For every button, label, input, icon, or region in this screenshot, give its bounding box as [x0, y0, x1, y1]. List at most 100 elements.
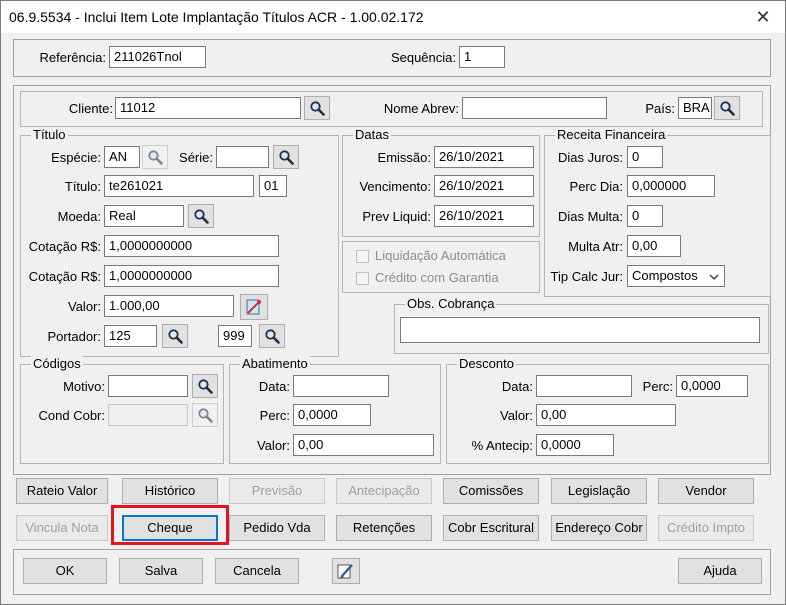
- cotacao1-field[interactable]: 1,0000000000: [104, 235, 279, 257]
- liquidacao-automatica-label: Liquidação Automática: [375, 248, 506, 263]
- historico-button[interactable]: Histórico: [122, 478, 218, 504]
- desconto-antecip-field[interactable]: 0,0000: [536, 434, 614, 456]
- cond-cobr-field[interactable]: [108, 404, 188, 426]
- sequencia-field[interactable]: 1: [459, 46, 505, 68]
- datas-group-title: Datas: [353, 127, 391, 142]
- nome-abrev-field[interactable]: [462, 97, 607, 119]
- cobr-escritural-button[interactable]: Cobr Escritural: [443, 515, 539, 541]
- moeda-search-icon[interactable]: [188, 204, 214, 228]
- abatimento-perc-label: Perc:: [259, 408, 290, 423]
- cotacao2-field[interactable]: 1,0000000000: [104, 265, 279, 287]
- codigos-group-title: Códigos: [31, 356, 83, 371]
- tip-calc-jur-value: Compostos: [632, 268, 698, 283]
- abatimento-valor-label: Valor:: [257, 438, 290, 453]
- pais-label: País:: [645, 101, 675, 116]
- vincula-nota-button[interactable]: Vincula Nota: [16, 515, 108, 541]
- dias-multa-field[interactable]: 0: [627, 205, 663, 227]
- serie-label: Série:: [179, 150, 213, 165]
- carteira-field[interactable]: 999: [218, 325, 252, 347]
- edit-icon[interactable]: [332, 558, 360, 584]
- codigos-group: Códigos Motivo: Cond Cobr:: [20, 356, 224, 464]
- perc-dia-label: Perc Dia:: [569, 179, 623, 194]
- emissao-label: Emissão:: [377, 150, 431, 165]
- nome-abrev-label: Nome Abrev:: [383, 101, 459, 116]
- tip-calc-jur-label: Tip Calc Jur:: [550, 269, 623, 284]
- close-icon[interactable]: ✕: [751, 5, 775, 29]
- desconto-perc-field[interactable]: 0,0000: [676, 375, 748, 397]
- abatimento-data-field[interactable]: [293, 375, 389, 397]
- motivo-label: Motivo:: [63, 379, 105, 394]
- options-group: Liquidação Automática Crédito com Garant…: [342, 241, 540, 293]
- moeda-field[interactable]: Real: [104, 205, 184, 227]
- vencimento-label: Vencimento:: [359, 179, 431, 194]
- abatimento-perc-field[interactable]: 0,0000: [293, 404, 371, 426]
- referencia-label: Referência:: [39, 50, 106, 65]
- vendor-button[interactable]: Vendor: [658, 478, 754, 504]
- header-panel: Referência: 211026Tnol Sequência: 1: [13, 39, 771, 77]
- abatimento-group: Abatimento Data: Perc: 0,0000 Valor: 0,0…: [229, 356, 441, 464]
- cond-cobr-search-icon[interactable]: [192, 403, 218, 427]
- dias-juros-label: Dias Juros:: [557, 150, 623, 165]
- receita-financeira-group: Receita Financeira Dias Juros: 0 Perc Di…: [544, 127, 771, 297]
- cliente-search-icon[interactable]: [304, 96, 330, 120]
- titulo-label: Título:: [64, 179, 101, 194]
- desconto-data-field[interactable]: [536, 375, 632, 397]
- legislacao-button[interactable]: Legislação: [551, 478, 647, 504]
- especie-search-icon[interactable]: [142, 145, 168, 169]
- obs-cobranca-field[interactable]: [400, 317, 760, 343]
- portador-search-icon[interactable]: [162, 324, 188, 348]
- title-bar: 06.9.5534 - Inclui Item Lote Implantação…: [1, 1, 785, 33]
- ajuda-button[interactable]: Ajuda: [678, 558, 762, 584]
- window-title: 06.9.5534 - Inclui Item Lote Implantação…: [9, 9, 424, 25]
- salva-button[interactable]: Salva: [119, 558, 203, 584]
- especie-field[interactable]: AN: [104, 146, 140, 168]
- titulo-group-title: Título: [31, 127, 68, 142]
- motivo-field[interactable]: [108, 375, 188, 397]
- abatimento-valor-field[interactable]: 0,00: [293, 434, 434, 456]
- titulo-group: Título Espécie: AN Série: Título: te2610…: [20, 127, 339, 357]
- motivo-search-icon[interactable]: [192, 374, 218, 398]
- carteira-search-icon[interactable]: [259, 324, 285, 348]
- desconto-antecip-label: % Antecip:: [471, 438, 533, 453]
- ok-button[interactable]: OK: [23, 558, 107, 584]
- highlight-annotation: [111, 505, 229, 545]
- pais-field[interactable]: BRA: [678, 97, 712, 119]
- retencoes-button[interactable]: Retenções: [336, 515, 432, 541]
- credito-garantia-checkbox[interactable]: [356, 272, 369, 285]
- pais-search-icon[interactable]: [714, 96, 740, 120]
- credito-garantia-label: Crédito com Garantia: [375, 270, 499, 285]
- portador-field[interactable]: 125: [104, 325, 157, 347]
- prev-liquid-field[interactable]: 26/10/2021: [434, 205, 534, 227]
- rateio-valor-button[interactable]: Rateio Valor: [16, 478, 108, 504]
- credito-impto-button[interactable]: Crédito Impto: [658, 515, 754, 541]
- comissoes-button[interactable]: Comissões: [443, 478, 539, 504]
- serie-search-icon[interactable]: [273, 145, 299, 169]
- valor-field[interactable]: 1.000,00: [104, 295, 234, 317]
- dias-juros-field[interactable]: 0: [627, 146, 663, 168]
- abatimento-data-label: Data:: [258, 379, 290, 394]
- desconto-valor-field[interactable]: 0,00: [536, 404, 676, 426]
- bottom-bar: OK Salva Cancela Ajuda: [13, 549, 771, 595]
- parcela-field[interactable]: 01: [259, 175, 287, 197]
- abatimento-group-title: Abatimento: [240, 356, 310, 371]
- referencia-field[interactable]: 211026Tnol: [109, 46, 206, 68]
- cliente-field[interactable]: 11012: [115, 97, 301, 119]
- vencimento-field[interactable]: 26/10/2021: [434, 175, 534, 197]
- serie-field[interactable]: [216, 146, 269, 168]
- desconto-group-title: Desconto: [457, 356, 516, 371]
- prev-liquid-label: Prev Liquid:: [362, 209, 431, 224]
- multa-atr-field[interactable]: 0,00: [627, 235, 681, 257]
- tip-calc-jur-select[interactable]: Compostos: [627, 265, 725, 287]
- cliente-label: Cliente:: [68, 101, 113, 116]
- cancela-button[interactable]: Cancela: [215, 558, 299, 584]
- perc-dia-field[interactable]: 0,000000: [627, 175, 715, 197]
- endereco-cobr-button[interactable]: Endereço Cobr: [551, 515, 647, 541]
- pedido-vda-button[interactable]: Pedido Vda: [229, 515, 325, 541]
- emissao-field[interactable]: 26/10/2021: [434, 146, 534, 168]
- cotacao2-label: Cotação R$:: [28, 269, 101, 284]
- antecipacao-button[interactable]: Antecipação: [336, 478, 432, 504]
- titulo-field[interactable]: te261021: [104, 175, 254, 197]
- calculator-icon[interactable]: [240, 294, 268, 320]
- liquidacao-automatica-checkbox[interactable]: [356, 250, 369, 263]
- previsao-button[interactable]: Previsão: [229, 478, 325, 504]
